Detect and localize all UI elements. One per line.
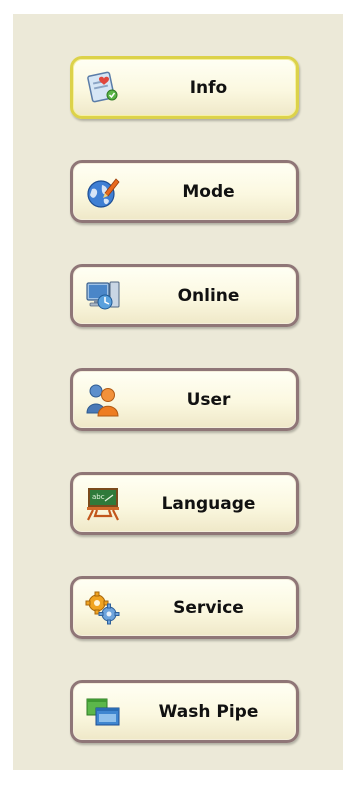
online-button[interactable]: Online <box>70 264 299 327</box>
online-computer-icon <box>85 279 121 313</box>
wash-pipe-button[interactable]: Wash Pipe <box>70 680 299 743</box>
mode-button[interactable]: Mode <box>70 160 299 223</box>
wash-pipe-label: Wash Pipe <box>158 701 259 722</box>
mode-label: Mode <box>182 181 235 202</box>
language-label: Language <box>161 493 256 514</box>
mode-globe-pen-icon <box>85 175 121 209</box>
service-gears-icon <box>85 591 121 625</box>
language-chalkboard-icon: abc <box>85 487 121 521</box>
user-button[interactable]: User <box>70 368 299 431</box>
user-label: User <box>186 389 231 410</box>
users-icon <box>85 383 121 417</box>
service-button[interactable]: Service <box>70 576 299 639</box>
wash-pipe-windows-icon <box>85 695 121 729</box>
svg-text:abc: abc <box>92 493 105 501</box>
menu-panel: Info Mode Online User abc Language Servi… <box>13 14 343 770</box>
info-label: Info <box>189 77 228 98</box>
top-strip <box>0 0 355 14</box>
language-button[interactable]: abc Language <box>70 472 299 535</box>
service-label: Service <box>173 597 244 618</box>
info-button[interactable]: Info <box>70 56 299 119</box>
online-label: Online <box>177 285 240 306</box>
info-clipboard-icon <box>85 71 121 105</box>
